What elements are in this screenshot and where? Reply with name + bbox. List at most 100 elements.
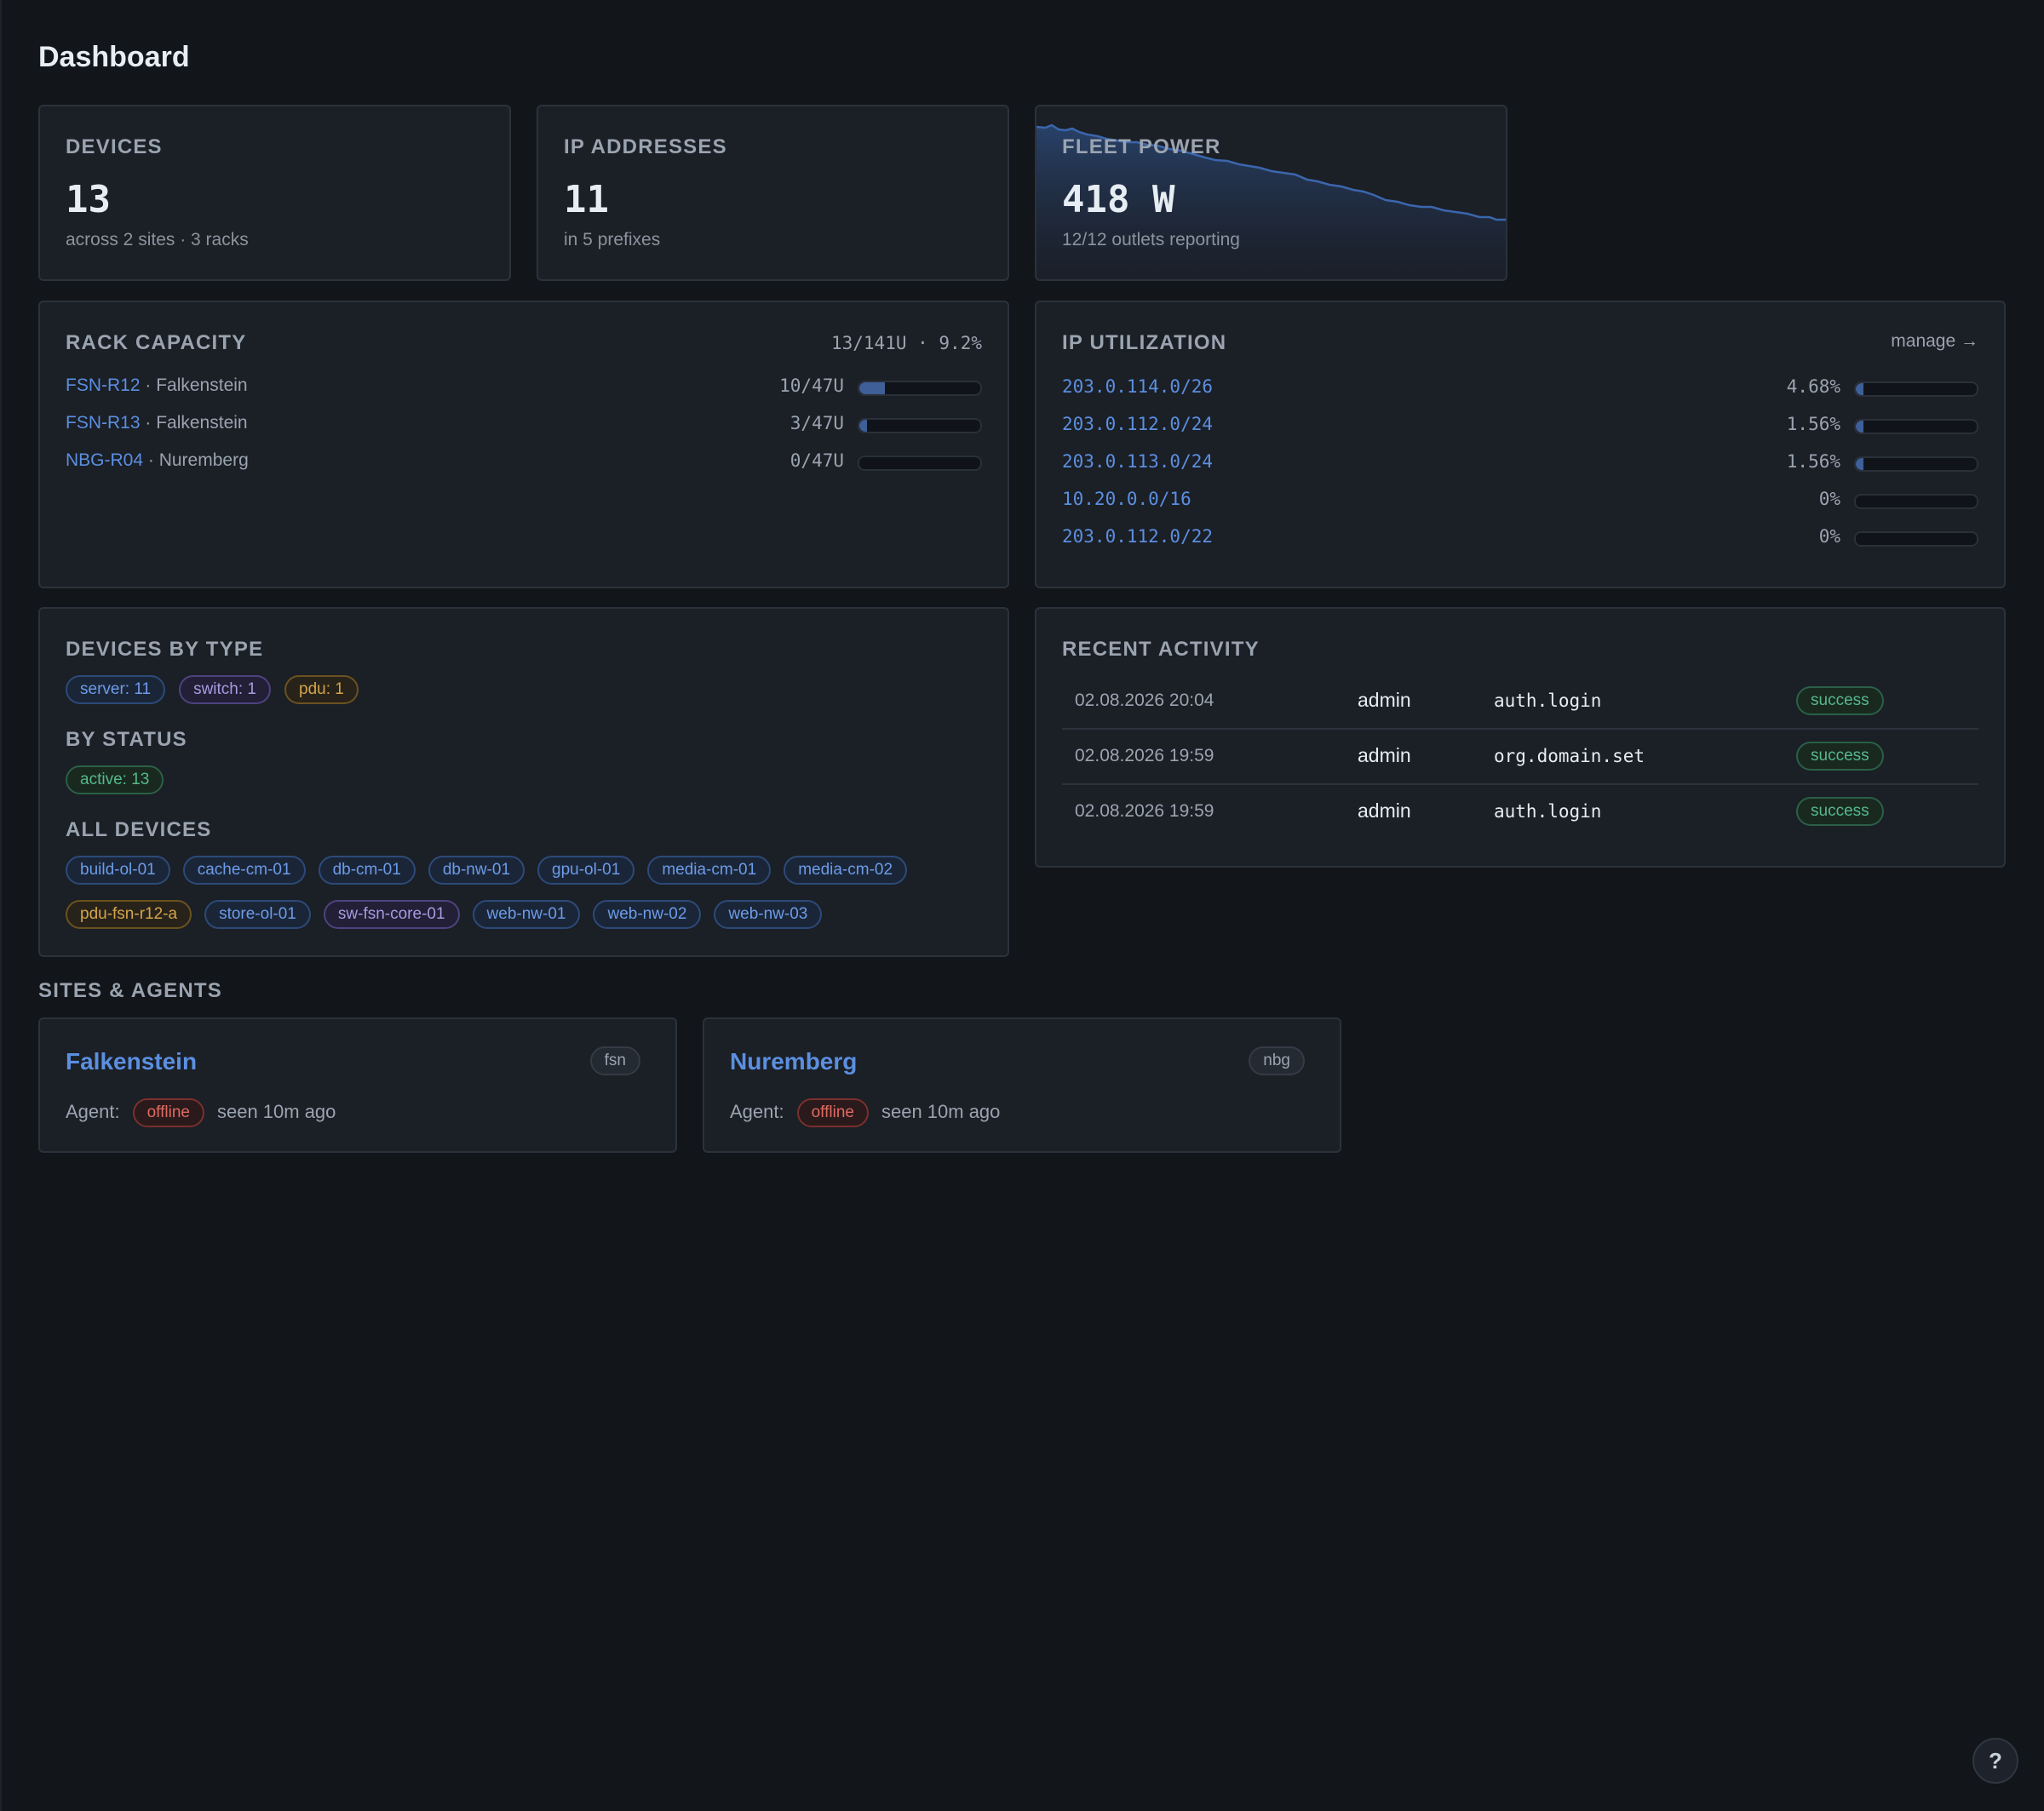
device-chip[interactable]: media-cm-02 xyxy=(784,856,908,885)
activity-action: auth.login xyxy=(1494,801,1602,822)
device-chips-row-2: pdu-fsn-r12-a store-ol-01 sw-fsn-core-01 we… xyxy=(66,900,982,929)
rack-row: FSN-R12 · Falkenstein 10/47U xyxy=(66,372,982,403)
device-chip[interactable]: sw-fsn-core-01 xyxy=(323,900,460,929)
device-chips-row-1: build-ol-01 cache-cm-01 db-cm-01 db-nw-01 gp… xyxy=(66,856,982,885)
prefix-link[interactable]: 203.0.113.0/24 xyxy=(1062,451,1213,472)
fleet-power-stat-value: 418 W xyxy=(1062,178,1175,221)
site-card[interactable]: Nuremberg nbg Agent: offline seen 10m ago xyxy=(703,1017,1341,1153)
rack-capacity-card: RACK CAPACITY 13/141U · 9.2% FSN-R12 · F… xyxy=(38,301,1009,588)
device-chip[interactable]: db-cm-01 xyxy=(318,856,416,885)
ip-addresses-stat-value: 11 xyxy=(564,178,609,221)
prefix-link[interactable]: 203.0.114.0/26 xyxy=(1062,376,1213,397)
recent-activity-card: RECENT ACTIVITY 02.08.2026 20:04 admin a… xyxy=(1035,607,2006,868)
device-chip[interactable]: pdu-fsn-r12-a xyxy=(66,900,192,929)
site-name-link[interactable]: Nuremberg xyxy=(730,1048,857,1075)
type-chips: server: 11 switch: 1 pdu: 1 xyxy=(66,675,982,704)
device-chip[interactable]: web-nw-03 xyxy=(714,900,823,929)
site-card[interactable]: Falkenstein fsn Agent: offline seen 10m ag… xyxy=(38,1017,677,1153)
prefix-row: 203.0.114.0/26 4.68% xyxy=(1062,373,1978,404)
prefix-utilization: 1.56% xyxy=(1786,414,1840,434)
ip-utilization-card: IP UTILIZATION manage → 203.0.114.0/26 4… xyxy=(1035,301,2006,588)
rack-link[interactable]: FSN-R13 xyxy=(66,413,141,433)
rack-link[interactable]: FSN-R12 xyxy=(66,375,141,395)
fleet-power-stat-sub: 12/12 outlets reporting xyxy=(1062,230,1240,249)
recent-activity-label: RECENT ACTIVITY xyxy=(1062,638,1260,661)
device-chip[interactable]: gpu-ol-01 xyxy=(537,856,635,885)
rack-site: · Falkenstein xyxy=(145,375,248,395)
prefix-link[interactable]: 203.0.112.0/22 xyxy=(1062,526,1213,547)
activity-row[interactable]: 02.08.2026 20:04 admin auth.login succes… xyxy=(1062,675,1978,730)
type-chip[interactable]: pdu: 1 xyxy=(284,675,359,704)
device-chip[interactable]: db-nw-01 xyxy=(428,856,525,885)
manage-link[interactable]: manage → xyxy=(1891,331,1978,352)
agent-status-line: Agent: offline seen 10m ago xyxy=(66,1098,336,1127)
activity-timestamp: 02.08.2026 20:04 xyxy=(1075,691,1214,710)
prefix-row: 203.0.112.0/24 1.56% xyxy=(1062,410,1978,441)
rack-usage-bar xyxy=(858,418,982,433)
site-code-badge: fsn xyxy=(589,1046,640,1075)
fleet-power-stat-card[interactable]: FLEET POWER 418 W 12/12 outlets reportin… xyxy=(1035,105,1507,281)
activity-action: auth.login xyxy=(1494,691,1602,711)
status-chip[interactable]: active: 13 xyxy=(66,765,164,794)
rack-link[interactable]: NBG-R04 xyxy=(66,450,143,470)
prefix-link[interactable]: 10.20.0.0/16 xyxy=(1062,489,1191,509)
prefix-utilization: 4.68% xyxy=(1786,376,1840,397)
device-chip[interactable]: web-nw-01 xyxy=(472,900,581,929)
agent-last-seen: seen 10m ago xyxy=(216,1100,336,1122)
site-code-badge: nbg xyxy=(1249,1046,1305,1075)
device-chip[interactable]: store-ol-01 xyxy=(204,900,311,929)
rack-usage: 10/47U xyxy=(779,375,844,396)
activity-divider xyxy=(1062,783,1978,785)
fleet-power-stat-label: FLEET POWER xyxy=(1062,135,1221,158)
status-chips: active: 13 xyxy=(66,765,982,794)
rack-usage: 3/47U xyxy=(789,413,844,433)
device-chip[interactable]: build-ol-01 xyxy=(66,856,170,885)
prefix-row: 203.0.113.0/24 1.56% xyxy=(1062,448,1978,479)
activity-timestamp: 02.08.2026 19:59 xyxy=(1075,801,1214,821)
type-chip[interactable]: switch: 1 xyxy=(179,675,271,704)
prefix-utilization-bar xyxy=(1854,456,1978,472)
ip-addresses-stat-label: IP ADDRESSES xyxy=(564,135,727,158)
prefix-row: 10.20.0.0/16 0% xyxy=(1062,485,1978,516)
prefix-utilization-bar-fill xyxy=(1856,383,1863,395)
ip-addresses-stat-sub: in 5 prefixes xyxy=(564,230,661,249)
agent-last-seen: seen 10m ago xyxy=(881,1100,1001,1122)
activity-user: admin xyxy=(1358,744,1411,766)
activity-row[interactable]: 02.08.2026 19:59 admin auth.login succes… xyxy=(1062,786,1978,840)
agent-label: Agent: xyxy=(66,1100,120,1122)
activity-action: org.domain.set xyxy=(1494,746,1645,766)
rack-usage-bar xyxy=(858,456,982,471)
device-chip[interactable]: cache-cm-01 xyxy=(182,856,306,885)
site-name-link[interactable]: Falkenstein xyxy=(66,1048,197,1075)
ip-utilization-label: IP UTILIZATION xyxy=(1062,331,1227,354)
devices-stat-value: 13 xyxy=(66,178,111,221)
activity-user: admin xyxy=(1358,799,1411,822)
prefix-utilization-bar-fill xyxy=(1856,458,1863,470)
activity-user: admin xyxy=(1358,689,1411,711)
prefix-row: 203.0.112.0/22 0% xyxy=(1062,523,1978,553)
type-chip[interactable]: server: 11 xyxy=(66,675,166,704)
rack-site: · Nuremberg xyxy=(147,450,249,470)
activity-status-badge: success xyxy=(1796,742,1884,771)
device-chip[interactable]: web-nw-02 xyxy=(593,900,702,929)
page-title: Dashboard xyxy=(38,41,190,73)
rack-row: FSN-R13 · Falkenstein 3/47U xyxy=(66,410,982,440)
device-chip[interactable]: media-cm-01 xyxy=(647,856,772,885)
activity-timestamp: 02.08.2026 19:59 xyxy=(1075,746,1214,765)
page-edge xyxy=(0,0,2,1811)
activity-status-badge: success xyxy=(1796,686,1884,715)
prefix-utilization: 0% xyxy=(1818,489,1840,509)
prefix-utilization-bar xyxy=(1854,531,1978,547)
prefix-utilization: 0% xyxy=(1818,526,1840,547)
by-status-label: BY STATUS xyxy=(66,728,187,751)
rack-usage-bar-fill xyxy=(859,420,868,432)
devices-stat-label: DEVICES xyxy=(66,135,163,158)
help-button[interactable]: ? xyxy=(1972,1738,2018,1784)
devices-stat-card[interactable]: DEVICES 13 across 2 sites · 3 racks xyxy=(38,105,511,281)
rack-capacity-label: RACK CAPACITY xyxy=(66,331,247,354)
rack-capacity-summary: 13/141U · 9.2% xyxy=(830,333,982,353)
agent-status-line: Agent: offline seen 10m ago xyxy=(730,1098,1000,1127)
activity-row[interactable]: 02.08.2026 19:59 admin org.domain.set su… xyxy=(1062,731,1978,785)
ip-addresses-stat-card[interactable]: IP ADDRESSES 11 in 5 prefixes xyxy=(537,105,1009,281)
prefix-link[interactable]: 203.0.112.0/24 xyxy=(1062,414,1213,434)
